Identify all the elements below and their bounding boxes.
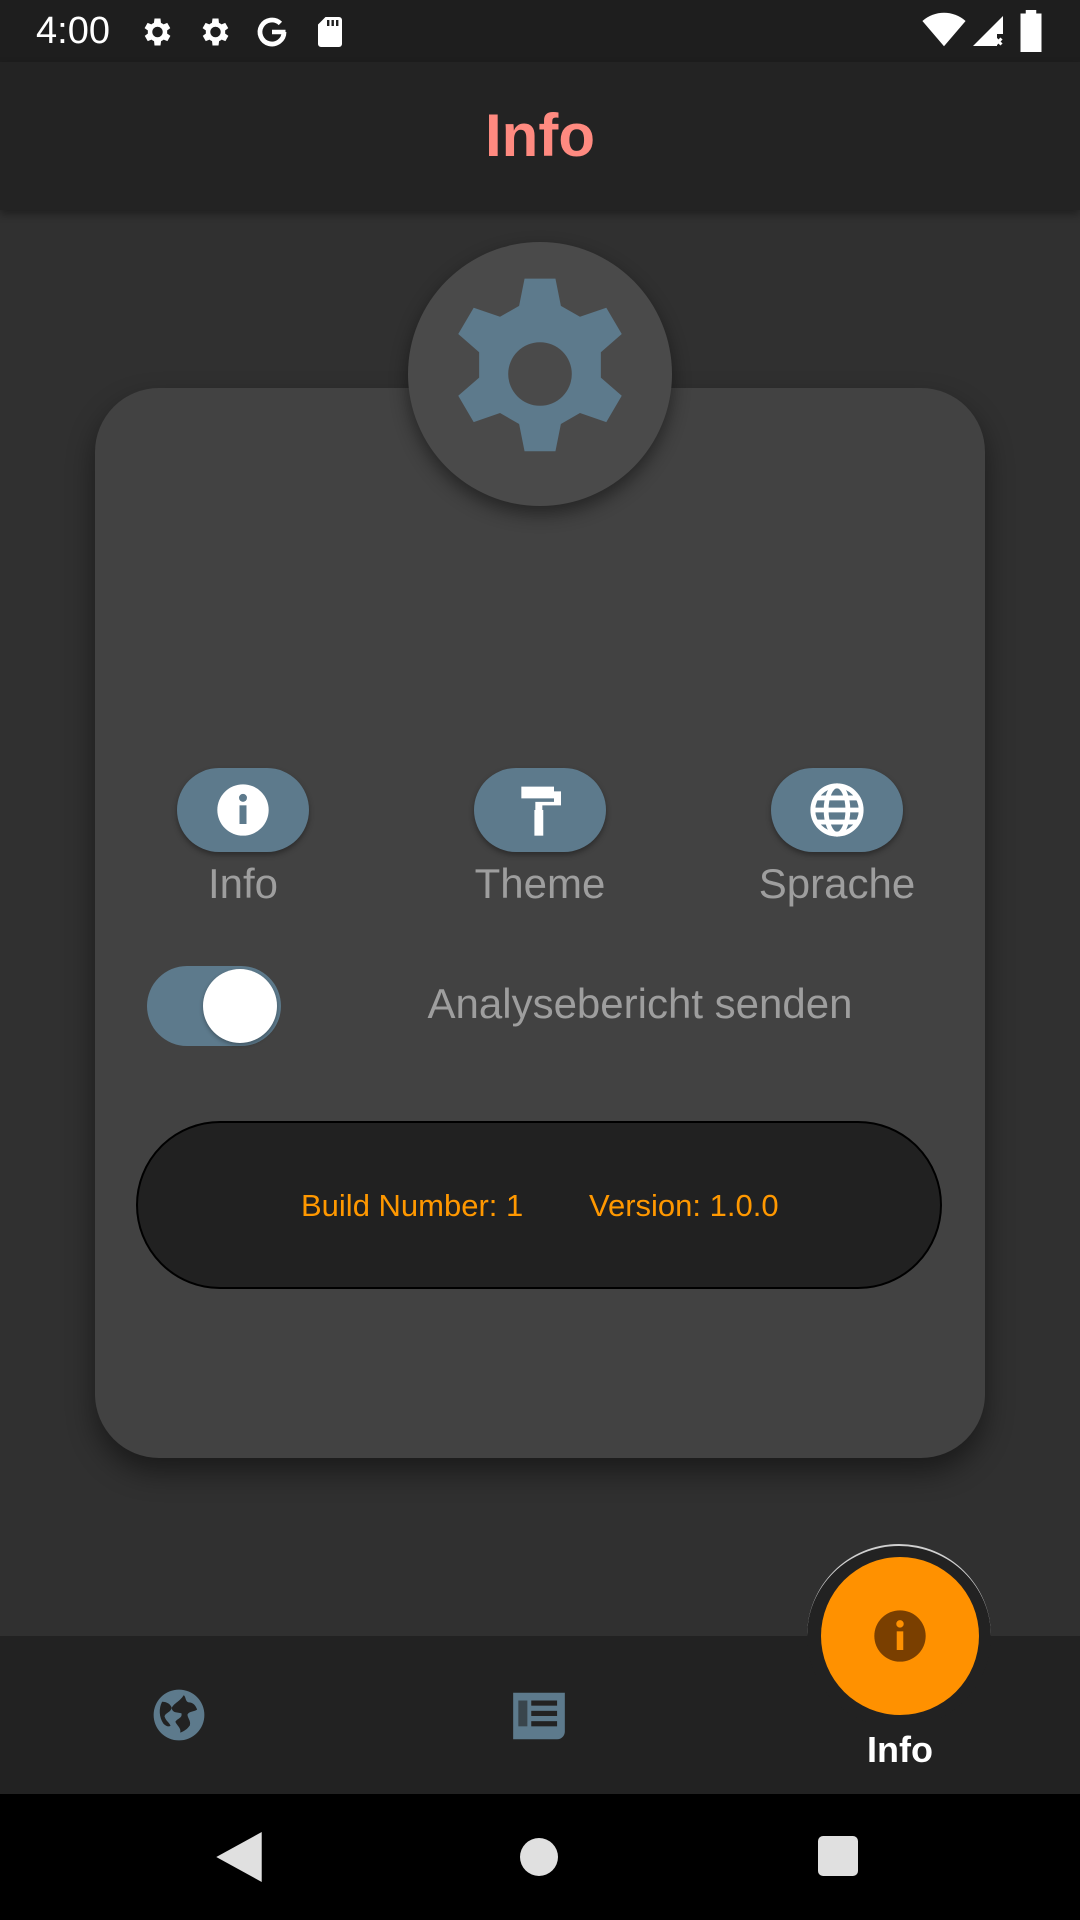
nav-info-button[interactable] <box>821 1557 979 1715</box>
cell-signal-icon <box>973 16 1003 46</box>
toggle-thumb[interactable] <box>203 969 277 1043</box>
settings-avatar <box>408 242 672 506</box>
nav-info-label: Info <box>867 1729 933 1770</box>
info-button-label: Info <box>207 860 279 907</box>
language-button[interactable] <box>771 768 903 852</box>
news-icon[interactable] <box>508 1690 570 1742</box>
version: Version: 1.0.0 <box>589 1188 779 1223</box>
build-info-box <box>136 1121 942 1289</box>
info-icon <box>217 784 269 836</box>
earth-icon[interactable] <box>150 1686 208 1744</box>
recents-icon[interactable] <box>818 1836 858 1876</box>
language-button-label: Sprache <box>758 860 916 907</box>
wifi-icon <box>922 12 966 47</box>
info-button[interactable] <box>177 768 309 852</box>
globe-icon <box>810 783 864 837</box>
build-number: Build Number: 1 <box>301 1188 524 1223</box>
info-card <box>95 388 985 1458</box>
page-title: Info <box>485 102 595 169</box>
info-icon <box>874 1610 926 1662</box>
gear-icon <box>458 278 622 452</box>
home-icon[interactable] <box>520 1838 558 1876</box>
app-bar: Info <box>0 62 1080 210</box>
analytics-toggle-label: Analysebericht senden <box>427 980 853 1027</box>
battery-icon <box>1020 10 1042 52</box>
google-g-icon <box>257 17 287 47</box>
theme-button[interactable] <box>474 768 606 852</box>
theme-button-label: Theme <box>474 860 606 907</box>
gear-icon <box>144 18 171 46</box>
gear-icon <box>202 18 229 46</box>
status-time: 4:00 <box>36 10 110 52</box>
back-icon[interactable] <box>216 1832 262 1882</box>
sd-card-icon <box>318 17 342 47</box>
paint-roller-icon <box>521 786 561 836</box>
